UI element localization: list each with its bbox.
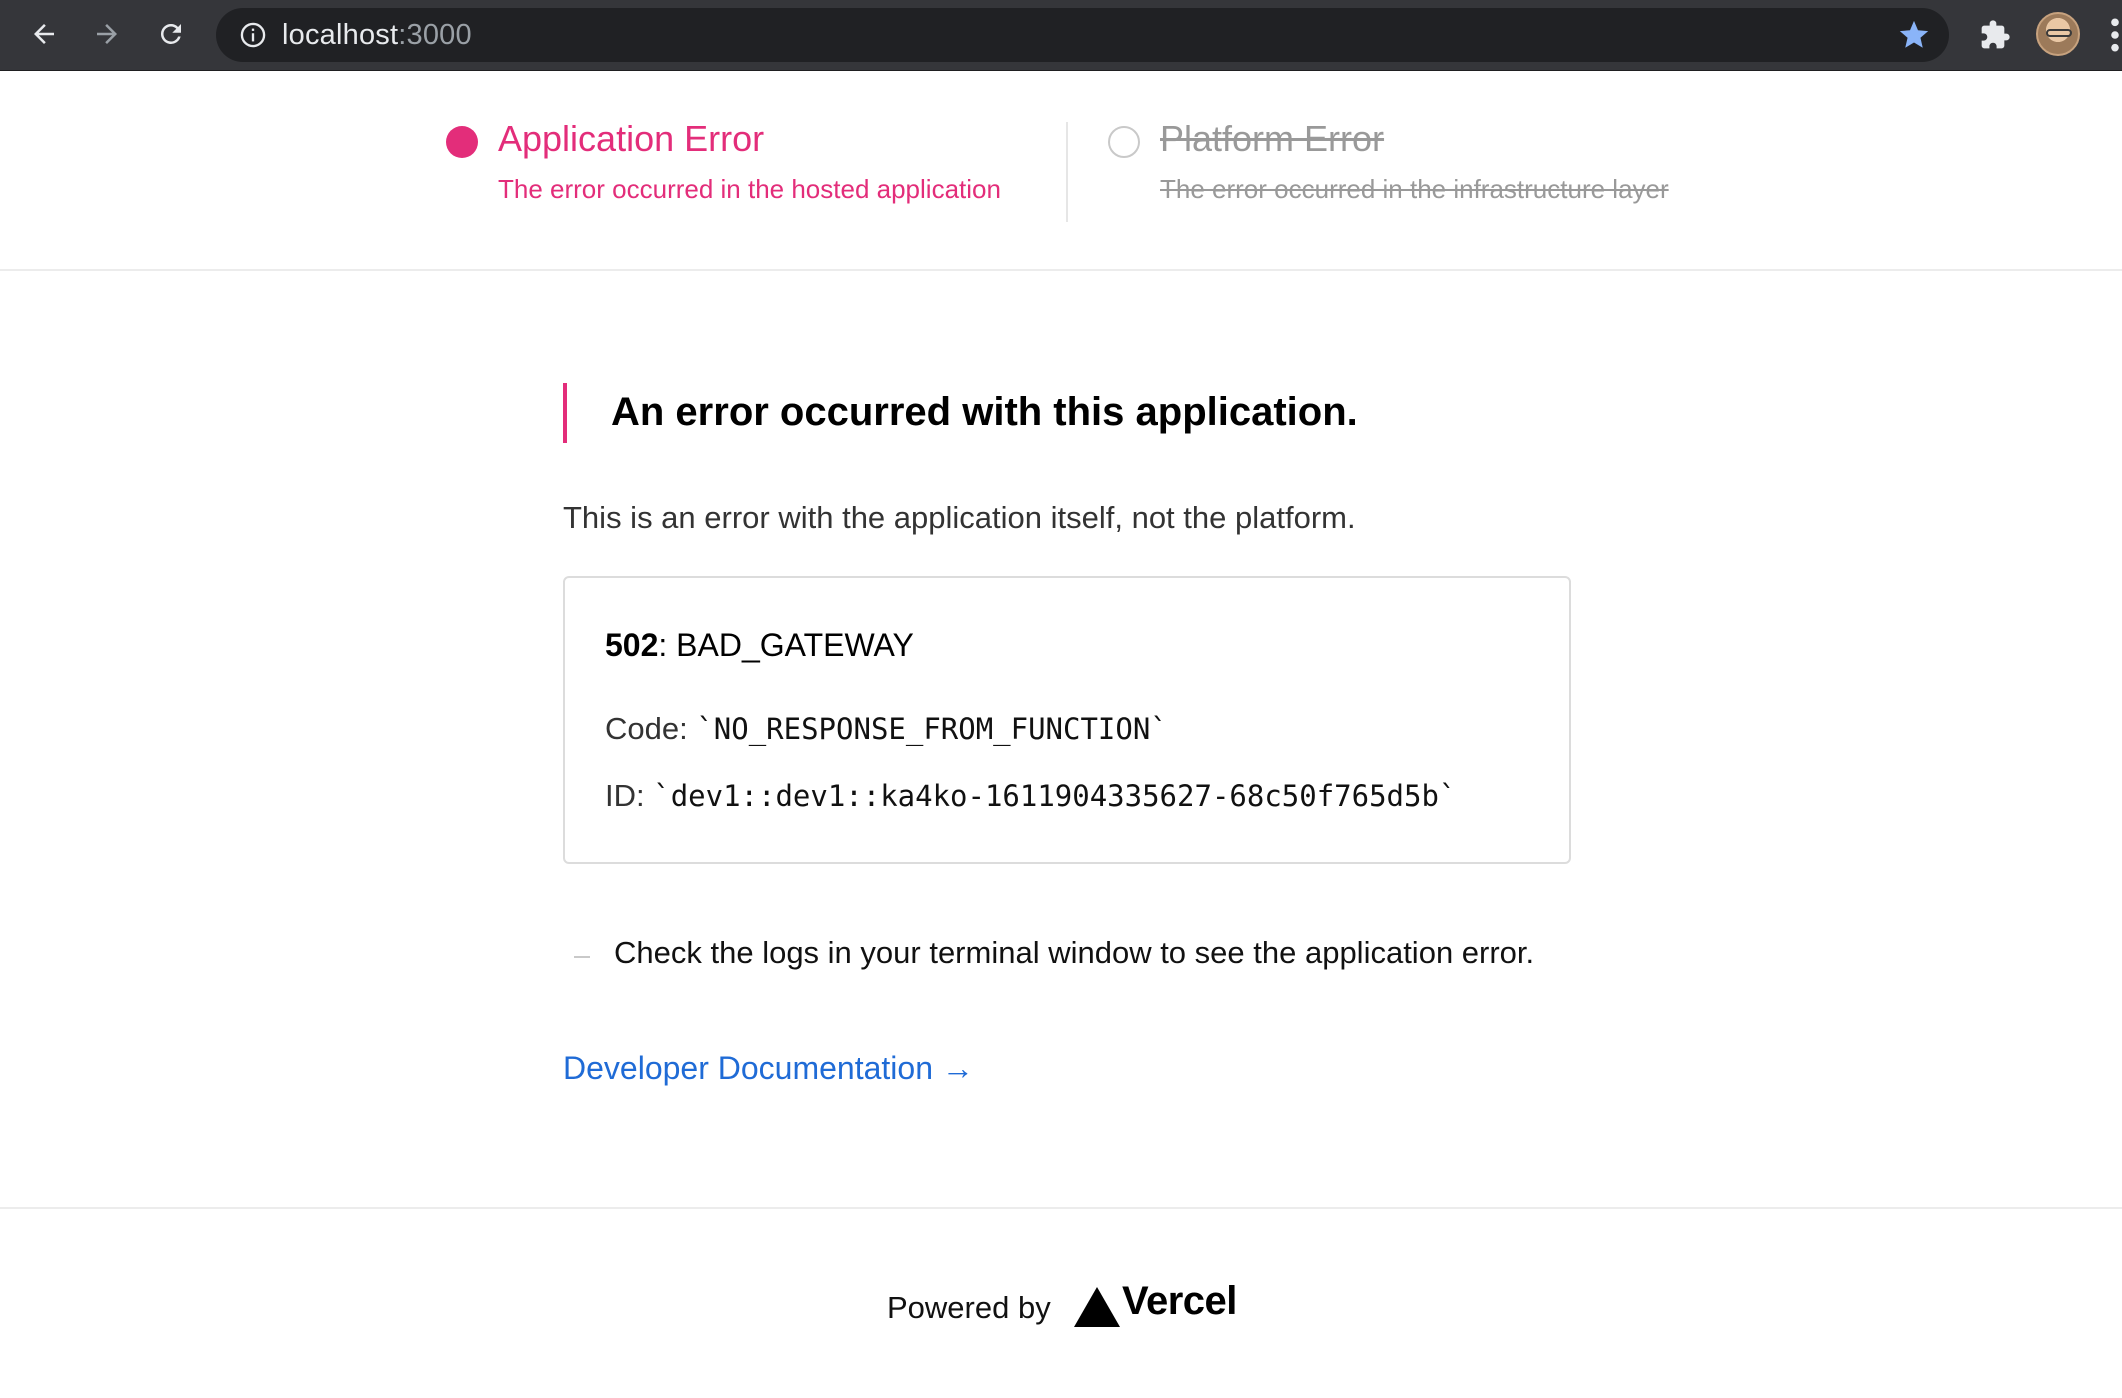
error-details-box: 502: BAD_GATEWAY Code: `NO_RESPONSE_FROM…: [563, 576, 1571, 864]
error-id-label: ID:: [605, 778, 654, 813]
error-id-line: ID: `dev1::dev1::ka4ko-1611904335627-68c…: [605, 778, 1456, 814]
status-separator: :: [658, 627, 677, 663]
hint-list-item: Check the logs in your terminal window t…: [574, 935, 1534, 971]
vercel-triangle-icon[interactable]: [1074, 1287, 1120, 1327]
puzzle-icon: [1981, 20, 2010, 49]
address-bar[interactable]: localhost:3000: [216, 8, 1949, 62]
arrow-left-icon: [34, 24, 54, 44]
error-description: This is an error with the application it…: [563, 500, 1356, 535]
info-icon[interactable]: [238, 20, 268, 50]
vercel-brand-name[interactable]: Vercel: [1122, 1279, 1237, 1324]
page-title: An error occurred with this application.: [611, 390, 1358, 434]
url-host: localhost: [282, 18, 399, 51]
error-type-header: Application Error The error occurred in …: [0, 72, 2122, 271]
status-code: 502: [605, 627, 659, 663]
inactive-dot-icon: [1108, 126, 1140, 158]
back-button[interactable]: [20, 10, 68, 58]
forward-button[interactable]: [83, 10, 131, 58]
active-dot-icon: [446, 126, 478, 158]
platform-error-title: Platform Error: [1160, 118, 1385, 159]
reload-icon: [160, 23, 181, 44]
error-code-value: `NO_RESPONSE_FROM_FUNCTION`: [696, 712, 1168, 746]
browser-toolbar: localhost:3000: [0, 0, 2122, 71]
reload-button[interactable]: [147, 10, 195, 58]
more-vert-icon[interactable]: [2108, 16, 2122, 54]
arrow-right-icon: [97, 24, 117, 44]
footer: Powered by Vercel: [0, 1207, 2122, 1398]
hint-text: Check the logs in your terminal window t…: [614, 935, 1535, 970]
url-text[interactable]: localhost:3000: [282, 19, 472, 52]
application-error-title: Application Error: [498, 118, 765, 159]
type-divider: [1066, 122, 1068, 222]
error-code-line: Code: `NO_RESPONSE_FROM_FUNCTION`: [605, 711, 1168, 747]
star-icon[interactable]: [1897, 18, 1931, 52]
application-error-subtitle: The error occurred in the hosted applica…: [498, 174, 1001, 204]
extensions-button[interactable]: [1975, 15, 2015, 55]
url-port: :3000: [398, 18, 472, 51]
avatar-glasses: [2046, 29, 2072, 37]
profile-avatar[interactable]: [2036, 12, 2080, 56]
developer-documentation-link[interactable]: Developer Documentation →: [563, 1050, 974, 1087]
powered-by-label: Powered by: [887, 1290, 1051, 1325]
platform-error-subtitle: The error occurred in the infrastructure…: [1160, 174, 1669, 204]
heading-accent-bar: [563, 383, 567, 443]
status-text: BAD_GATEWAY: [676, 627, 914, 663]
status-line: 502: BAD_GATEWAY: [605, 627, 914, 664]
error-code-label: Code:: [605, 711, 697, 746]
list-dash-icon: [574, 955, 590, 958]
error-id-value: `dev1::dev1::ka4ko-1611904335627-68c50f7…: [653, 779, 1457, 813]
